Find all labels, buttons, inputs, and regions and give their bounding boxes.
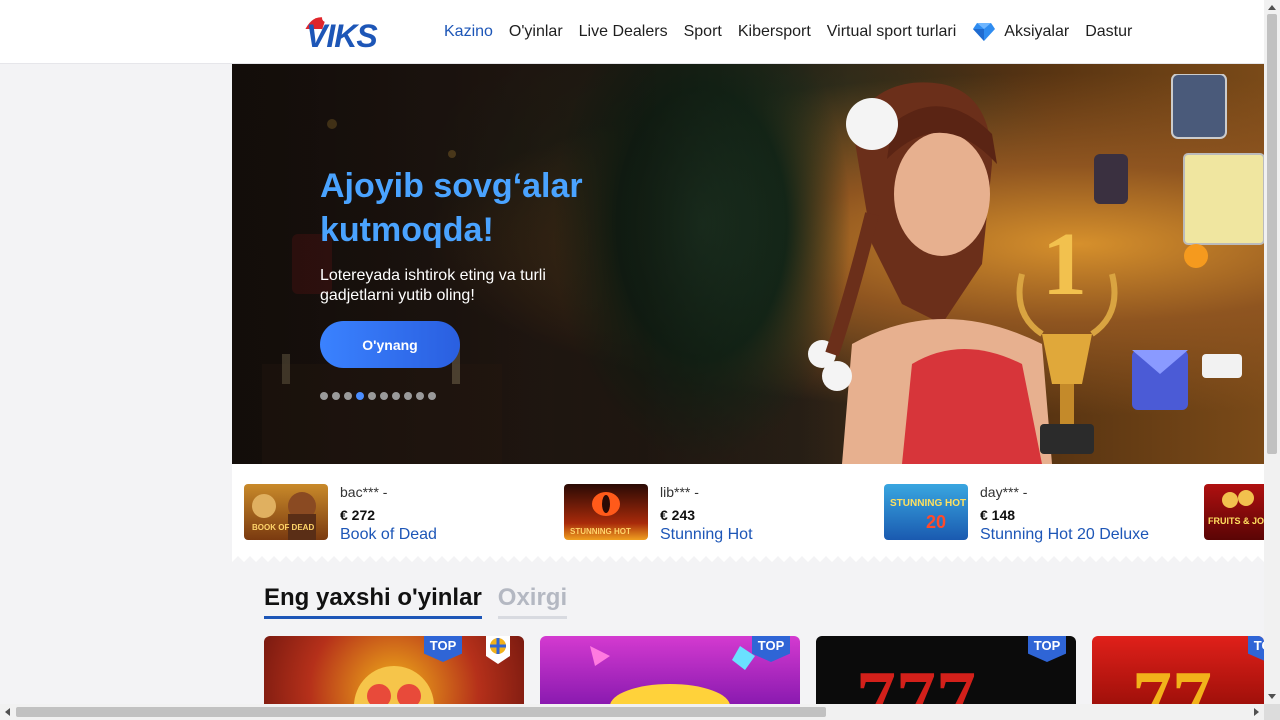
prize-gadgets	[1094, 74, 1264, 410]
site-header: VIKS Kazino O'yinlar Live Dealers Sport …	[0, 0, 1264, 64]
carousel-dot[interactable]	[416, 392, 424, 400]
carousel-dots	[320, 392, 436, 400]
nav-dastur[interactable]: Dastur	[1085, 20, 1132, 44]
carousel-dot[interactable]	[320, 392, 328, 400]
svg-text:FRUITS & JOKERS: FRUITS & JOKERS	[1208, 516, 1264, 526]
horizontal-scroll-thumb[interactable]	[16, 707, 826, 717]
carousel-dot[interactable]	[392, 392, 400, 400]
carousel-dot[interactable]	[368, 392, 376, 400]
nav-kazino[interactable]: Kazino	[444, 20, 493, 44]
scroll-right-icon[interactable]	[1254, 708, 1259, 716]
wheel-icon	[486, 636, 510, 664]
game-card[interactable]: TOP	[264, 636, 524, 704]
recent-winners: BOOK OF DEAD bac*** - € 272 Book of Dead…	[232, 464, 1264, 562]
vertical-scrollbar[interactable]	[1264, 0, 1280, 704]
carousel-dot-active[interactable]	[356, 392, 364, 400]
nav-live-dealers[interactable]: Live Dealers	[579, 20, 668, 44]
svg-text:STUNNING HOT 20 deluxe: STUNNING HOT 20 deluxe	[890, 498, 968, 509]
nav-sport[interactable]: Sport	[684, 20, 722, 44]
scroll-up-icon[interactable]	[1268, 5, 1276, 10]
winner-item[interactable]: FRUITS & JOKERS	[1204, 484, 1264, 544]
svg-text:BOOK OF DEAD: BOOK OF DEAD	[252, 523, 314, 532]
winner-amount: € 148	[980, 507, 1016, 523]
game-thumbnail[interactable]: FRUITS & JOKERS	[1204, 484, 1264, 540]
main-nav: Kazino O'yinlar Live Dealers Sport Kiber…	[444, 20, 1148, 44]
winner-game-link[interactable]: Book of Dead	[340, 526, 437, 544]
svg-text:20: 20	[926, 512, 946, 532]
hero-subtitle: Lotereyada ishtirok eting va turli gadje…	[320, 267, 546, 304]
tab-best-games[interactable]: Eng yaxshi o'yinlar	[264, 584, 482, 619]
zigzag-divider	[232, 556, 1264, 562]
diamond-icon	[973, 23, 996, 41]
nav-virtual-sport[interactable]: Virtual sport turlari	[827, 20, 957, 44]
carousel-dot[interactable]	[344, 392, 352, 400]
carousel-dot[interactable]	[380, 392, 388, 400]
winner-item[interactable]: STUNNING HOT lib*** - € 243 Stunning Hot	[564, 484, 753, 544]
viks-logo[interactable]: VIKS	[302, 12, 394, 54]
game-card[interactable]: TOP	[540, 636, 800, 704]
game-tabs: Eng yaxshi o'yinlar Oxirgi	[264, 584, 583, 619]
svg-text:77: 77	[1132, 656, 1212, 704]
game-card[interactable]: 777 TOP	[816, 636, 1076, 704]
winner-user: day*** -	[980, 484, 1028, 500]
game-thumbnail[interactable]: BOOK OF DEAD	[244, 484, 328, 540]
winner-item[interactable]: BOOK OF DEAD bac*** - € 272 Book of Dead	[244, 484, 437, 544]
nav-kibersport[interactable]: Kibersport	[738, 20, 811, 44]
nav-oyinlar[interactable]: O'yinlar	[509, 20, 563, 44]
carousel-dot[interactable]	[332, 392, 340, 400]
hero-title: Ajoyib sovg‘alar kutmoqda!	[320, 167, 583, 249]
tab-latest[interactable]: Oxirgi	[497, 584, 568, 619]
game-thumbnail[interactable]: STUNNING HOT 20 deluxe 20	[884, 484, 968, 540]
winner-amount: € 243	[660, 507, 696, 523]
hero-banner[interactable]: 1 Ajoyib sovg‘alar kutmoqda! Lotereyada …	[232, 64, 1264, 464]
scroll-down-icon[interactable]	[1268, 694, 1276, 699]
svg-text:1: 1	[1042, 215, 1087, 314]
winner-game-link[interactable]: Stunning Hot 20 Deluxe	[980, 526, 1149, 544]
nav-aksiyalar[interactable]: Aksiyalar	[972, 20, 1069, 44]
svg-text:STUNNING HOT: STUNNING HOT	[570, 527, 631, 536]
svg-text:777: 777	[856, 656, 976, 704]
game-card[interactable]: 77 TOP	[1092, 636, 1264, 704]
carousel-dot[interactable]	[404, 392, 412, 400]
scroll-left-icon[interactable]	[5, 708, 10, 716]
game-thumbnail[interactable]: STUNNING HOT	[564, 484, 648, 540]
nav-aksiyalar-label: Aksiyalar	[1004, 23, 1070, 40]
carousel-dot[interactable]	[428, 392, 436, 400]
winner-amount: € 272	[340, 507, 376, 523]
winner-game-link[interactable]: Stunning Hot	[660, 526, 753, 544]
winner-user: bac*** -	[340, 484, 388, 500]
winner-user: lib*** -	[660, 484, 699, 500]
horizontal-scrollbar[interactable]	[0, 704, 1264, 720]
logo-text: VIKS	[306, 18, 378, 54]
winner-item[interactable]: STUNNING HOT 20 deluxe 20 day*** - € 148…	[884, 484, 1149, 544]
play-button[interactable]: O'ynang	[320, 321, 460, 368]
vertical-scroll-thumb[interactable]	[1267, 14, 1277, 454]
